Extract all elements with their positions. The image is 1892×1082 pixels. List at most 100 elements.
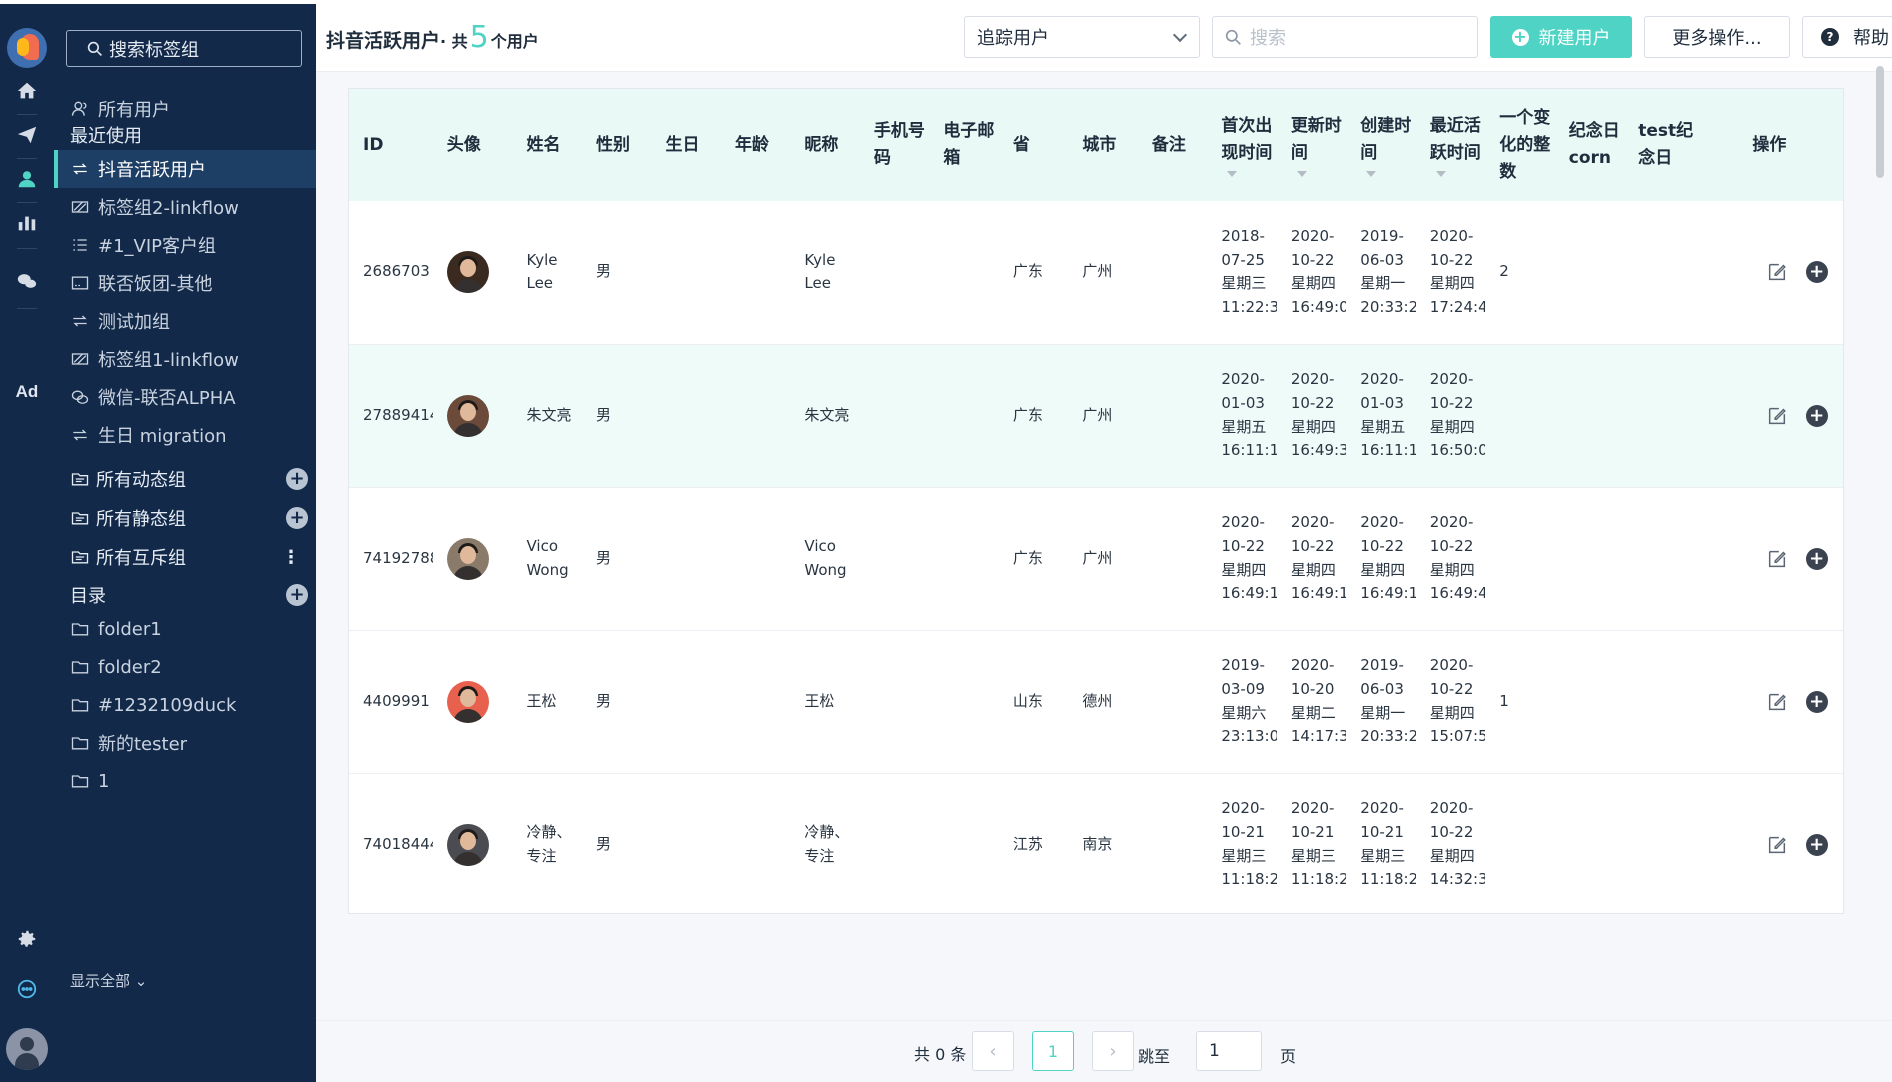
add-to-group-button[interactable]: +: [1805, 404, 1828, 427]
table-row[interactable]: 74192788 Vico Wong 男 Vico Wong 广东 广州 2020-10-2…: [349, 487, 1843, 631]
col-header-sortable[interactable]: 首次出现时间: [1207, 89, 1276, 201]
wechat-icon[interactable]: [12, 266, 42, 296]
more-vertical-icon[interactable]: ⋮: [282, 547, 300, 568]
cell-gender: 男: [581, 630, 652, 774]
bar-chart-icon[interactable]: [12, 208, 42, 238]
sidebar-item-recent-1[interactable]: 标签组2-linkflow: [54, 188, 316, 226]
more-actions-label: 更多操作...: [1672, 28, 1762, 49]
col-header[interactable]: 头像: [433, 89, 513, 201]
sidebar-group-static[interactable]: 所有静态组 +: [54, 499, 316, 537]
sidebar-group-dynamic[interactable]: 所有动态组 +: [54, 460, 316, 498]
total-count: 共 0 条: [914, 1045, 967, 1064]
edit-icon[interactable]: [1766, 548, 1788, 570]
col-header[interactable]: 备注: [1138, 89, 1207, 201]
add-folder-button[interactable]: +: [286, 584, 308, 606]
sidebar-item-recent-7[interactable]: 生日 migration: [54, 416, 316, 454]
table-row[interactable]: 74018444 冷静、专注男冷静、专注 江苏 南京 2020-10-21 星期三 11…: [349, 773, 1843, 913]
cell-empty: [720, 344, 791, 488]
next-page-button[interactable]: ›: [1092, 1031, 1134, 1071]
cell-empty: [929, 487, 999, 631]
prev-page-button[interactable]: ‹: [972, 1031, 1014, 1071]
cell-last-active: 2020-10-22 星期四 17:24:43: [1415, 201, 1486, 345]
col-header[interactable]: ID: [349, 89, 433, 201]
col-header[interactable]: 手机号码: [860, 89, 929, 201]
sync-icon: [73, 429, 87, 441]
main-content: ID 头像 姓名 性别 生日 年龄 昵称 手机号码 电子邮箱 省 城市 备注 首…: [316, 66, 1892, 1082]
more-actions-button[interactable]: 更多操作...: [1644, 16, 1790, 58]
current-page-button[interactable]: 1: [1032, 1031, 1074, 1071]
user-avatar[interactable]: [6, 1028, 48, 1070]
sidebar-folder[interactable]: #1232109duck: [54, 686, 316, 724]
chat-bubble-icon[interactable]: [12, 974, 42, 1004]
col-header-sortable[interactable]: 最近活跃时间: [1416, 89, 1485, 201]
table-row[interactable]: 2686703 Kyle Lee 男 Kyle Lee 广东 广州 2018-07-25 星…: [349, 201, 1843, 345]
col-header[interactable]: 省: [999, 89, 1068, 201]
cell-updated: 2020-10-20 星期二 14:17:34: [1276, 630, 1347, 774]
ad-icon[interactable]: Ad: [10, 382, 44, 402]
scrollbar[interactable]: [1876, 66, 1884, 178]
col-header[interactable]: 生日: [651, 89, 720, 201]
sidebar-folder[interactable]: folder2: [54, 648, 316, 686]
sidebar-folder[interactable]: 新的tester: [54, 724, 316, 762]
col-header[interactable]: 电子邮箱: [929, 89, 998, 201]
col-header-sortable[interactable]: 创建时间: [1346, 89, 1415, 201]
table-row[interactable]: 27889414 朱文亮男朱文亮 广东 广州 2020-01-03 星期五 16:11:…: [349, 344, 1843, 488]
add-to-group-button[interactable]: +: [1805, 547, 1828, 570]
search-input[interactable]: 搜索: [1212, 16, 1478, 58]
col-header[interactable]: 性别: [582, 89, 651, 201]
sidebar-search-input[interactable]: 搜索标签组: [66, 30, 302, 67]
add-to-group-button[interactable]: +: [1805, 690, 1828, 713]
sidebar-folder[interactable]: folder1: [54, 610, 316, 648]
user-icon[interactable]: [12, 164, 42, 194]
col-header[interactable]: 一个变化的整数: [1485, 89, 1554, 201]
edit-icon[interactable]: [1766, 691, 1788, 713]
show-all-link[interactable]: 显示全部 ⌄: [70, 970, 147, 991]
col-header[interactable]: test纪念日: [1624, 89, 1693, 201]
sidebar-item-recent-6[interactable]: 微信-联否ALPHA: [54, 378, 316, 416]
col-header-sortable[interactable]: 更新时间: [1277, 89, 1346, 201]
sidebar-group-exclusive[interactable]: 所有互斥组 ⋮: [54, 538, 316, 576]
jump-page-input[interactable]: 1: [1196, 1031, 1262, 1071]
new-user-button[interactable]: + 新建用户: [1490, 16, 1632, 58]
home-icon[interactable]: [12, 76, 42, 106]
add-to-group-button[interactable]: +: [1805, 261, 1828, 284]
col-header[interactable]: 操作: [1694, 89, 1843, 201]
group-label: 所有动态组: [96, 470, 186, 491]
sort-icon[interactable]: [1435, 171, 1446, 177]
edit-icon[interactable]: [1766, 405, 1788, 427]
list-icon: [73, 239, 87, 251]
cell-id: 2686703: [349, 201, 433, 345]
help-button[interactable]: ? 帮助: [1802, 16, 1892, 58]
sidebar-item-recent-0[interactable]: 抖音活跃用户: [54, 150, 316, 188]
add-dynamic-group-button[interactable]: +: [286, 468, 308, 490]
col-header[interactable]: 城市: [1068, 89, 1137, 201]
cell-empty: [1624, 201, 1694, 345]
cell-city: 广州: [1068, 487, 1138, 631]
app-logo[interactable]: [7, 28, 47, 68]
cell-province: 广东: [998, 344, 1069, 488]
sidebar-item-recent-5[interactable]: 标签组1-linkflow: [54, 340, 316, 378]
cell-actions: +: [1693, 344, 1843, 488]
sidebar-item-recent-2[interactable]: #1_VIP客户组: [54, 226, 316, 264]
sidebar-item-recent-4[interactable]: 测试加组: [54, 302, 316, 340]
send-icon[interactable]: [12, 120, 42, 150]
add-static-group-button[interactable]: +: [286, 507, 308, 529]
col-header[interactable]: 年龄: [721, 89, 790, 201]
col-header[interactable]: 昵称: [790, 89, 859, 201]
sidebar-item-recent-3[interactable]: 联否饭团-其他: [54, 264, 316, 302]
col-header[interactable]: 姓名: [512, 89, 581, 201]
sync-icon: [73, 163, 87, 175]
user-type-select[interactable]: 追踪用户: [964, 16, 1200, 58]
sort-icon[interactable]: [1227, 171, 1238, 177]
cell-name: 王松: [512, 630, 582, 774]
table-row[interactable]: 4409991王松男王松山东德州2019-03-09 星期六 23:13:032…: [349, 630, 1843, 774]
gear-icon[interactable]: [12, 924, 42, 954]
edit-icon[interactable]: [1766, 834, 1788, 856]
col-header[interactable]: 纪念日corn: [1555, 89, 1624, 201]
chevron-down-icon: [1172, 27, 1188, 43]
edit-icon[interactable]: [1766, 261, 1788, 283]
sidebar-folder[interactable]: 1: [54, 762, 316, 800]
sort-icon[interactable]: [1296, 171, 1307, 177]
sort-icon[interactable]: [1366, 171, 1377, 177]
add-to-group-button[interactable]: +: [1805, 833, 1828, 856]
